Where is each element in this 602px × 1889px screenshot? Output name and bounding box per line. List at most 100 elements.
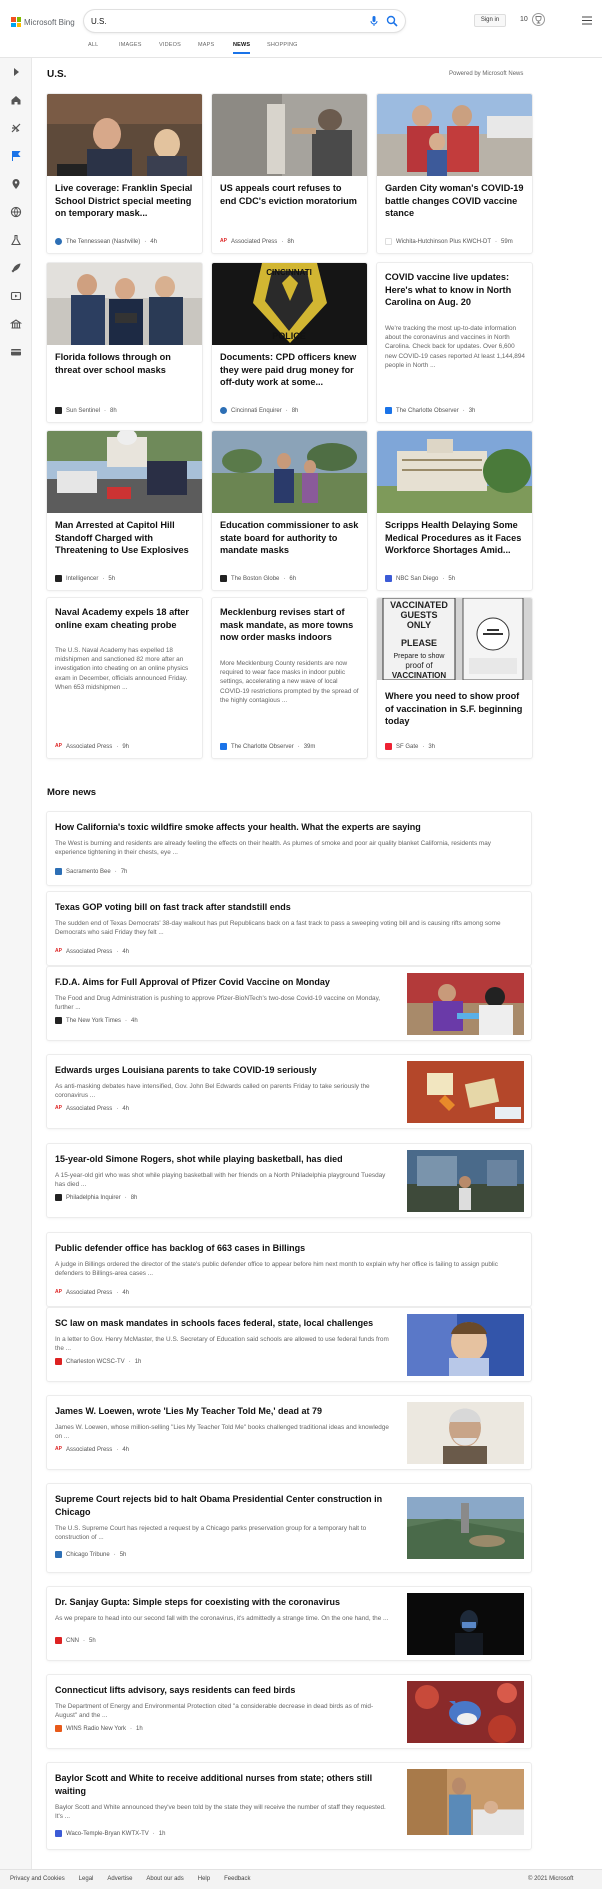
news-title[interactable]: Texas GOP voting bill on fast track afte…	[55, 901, 525, 914]
news-title[interactable]: 15-year-old Simone Rogers, shot while pl…	[55, 1153, 395, 1166]
news-description: Baylor Scott and White announced they've…	[55, 1804, 386, 1821]
tab-shopping[interactable]: SHOPPING	[267, 42, 298, 48]
news-card[interactable]: Scripps Health Delaying Some Medical Pro…	[377, 431, 532, 590]
news-title[interactable]: Supreme Court rejects bid to halt Obama …	[55, 1493, 395, 1518]
card-title[interactable]: Live coverage: Franklin Special School D…	[55, 182, 195, 220]
search-input[interactable]	[91, 14, 361, 28]
news-source: AP Associated Press · 4h	[55, 1105, 129, 1112]
ap-logo-icon: AP	[220, 238, 227, 245]
news-card[interactable]: Naval Academy expels 18 after online exa…	[47, 598, 202, 758]
location-icon[interactable]	[10, 178, 22, 190]
news-title[interactable]: Connecticut lifts advisory, says residen…	[55, 1684, 395, 1697]
svg-text:POLICE: POLICE	[272, 331, 306, 341]
sign-in-button[interactable]: Sign in	[474, 14, 506, 27]
card-title[interactable]: Man Arrested at Capitol Hill Standoff Ch…	[55, 519, 195, 557]
hamburger-menu-icon[interactable]	[582, 16, 592, 25]
card-title[interactable]: COVID vaccine live updates: Here's what …	[385, 271, 525, 309]
rocket-icon[interactable]	[10, 262, 22, 274]
news-thumbnail	[407, 1497, 524, 1559]
news-title[interactable]: F.D.A. Aims for Full Approval of Pfizer …	[55, 976, 395, 989]
tab-images[interactable]: IMAGES	[119, 42, 142, 48]
footer-link-privacy[interactable]: Privacy and Cookies	[10, 1876, 65, 1882]
news-list-item[interactable]: Texas GOP voting bill on fast track afte…	[47, 892, 531, 965]
source-name: WINS Radio New York	[66, 1725, 127, 1732]
card-title[interactable]: US appeals court refuses to end CDC's ev…	[220, 182, 360, 207]
footer-link-feedback[interactable]: Feedback	[224, 1876, 250, 1882]
expand-icon[interactable]	[10, 66, 22, 78]
search-box[interactable]	[84, 10, 405, 32]
tab-maps[interactable]: MAPS	[198, 42, 214, 48]
news-list-item[interactable]: Dr. Sanjay Gupta: Simple steps for coexi…	[47, 1587, 531, 1660]
card-title[interactable]: Naval Academy expels 18 after online exa…	[55, 606, 195, 631]
news-title[interactable]: James W. Loewen, wrote 'Lies My Teacher …	[55, 1405, 395, 1418]
source-name: Sacramento Bee	[66, 868, 111, 875]
news-list-item[interactable]: James W. Loewen, wrote 'Lies My Teacher …	[47, 1396, 531, 1469]
news-list-item[interactable]: How California's toxic wildfire smoke af…	[47, 812, 531, 885]
card-title[interactable]: Mecklenburg revises start of mask mandat…	[220, 606, 360, 644]
news-title[interactable]: Edwards urges Louisiana parents to take …	[55, 1064, 395, 1077]
news-title[interactable]: Dr. Sanjay Gupta: Simple steps for coexi…	[55, 1596, 395, 1609]
rewards-trophy-icon[interactable]	[532, 13, 545, 26]
microphone-icon[interactable]	[368, 15, 380, 27]
card-title[interactable]: Florida follows through on threat over s…	[55, 351, 195, 376]
footer-link-advertise[interactable]: Advertise	[107, 1876, 132, 1882]
news-card[interactable]: Florida follows through on threat over s…	[47, 263, 202, 422]
news-card[interactable]: US appeals court refuses to end CDC's ev…	[212, 94, 367, 253]
science-icon[interactable]	[10, 234, 22, 246]
source-logo-icon	[385, 743, 392, 750]
news-source: Sacramento Bee · 7h	[55, 868, 127, 875]
card-title[interactable]: Where you need to show proof of vaccinat…	[385, 690, 525, 728]
world-icon[interactable]	[10, 206, 22, 218]
card-title[interactable]: Documents: CPD officers knew they were p…	[220, 351, 360, 389]
news-list-item[interactable]: Supreme Court rejects bid to halt Obama …	[47, 1484, 531, 1572]
search-icon[interactable]	[386, 15, 398, 27]
news-list-item[interactable]: Public defender office has backlog of 66…	[47, 1233, 531, 1306]
news-list-item[interactable]: Edwards urges Louisiana parents to take …	[47, 1055, 531, 1128]
sports-icon[interactable]	[10, 122, 22, 134]
tab-videos[interactable]: VIDEOS	[159, 42, 181, 48]
card-title[interactable]: Scripps Health Delaying Some Medical Pro…	[385, 519, 525, 557]
source-logo-icon	[55, 1551, 62, 1558]
news-card[interactable]: Man Arrested at Capitol Hill Standoff Ch…	[47, 431, 202, 590]
news-card[interactable]: Garden City woman's COVID-19 battle chan…	[377, 94, 532, 253]
footer-link-help[interactable]: Help	[198, 1876, 210, 1882]
news-title[interactable]: Baylor Scott and White to receive additi…	[55, 1772, 395, 1797]
news-card[interactable]: COVID vaccine live updates: Here's what …	[377, 263, 532, 422]
news-source: Charleston WCSC-TV · 1h	[55, 1358, 141, 1365]
business-icon[interactable]	[10, 318, 22, 330]
news-title[interactable]: How California's toxic wildfire smoke af…	[55, 821, 525, 834]
home-icon[interactable]	[10, 94, 22, 106]
entertainment-icon[interactable]	[10, 290, 22, 302]
bing-logo[interactable]: Microsoft Bing	[11, 16, 75, 28]
tab-news[interactable]: NEWS	[233, 42, 251, 54]
news-source: CNN · 5h	[55, 1637, 96, 1644]
card-source: AP Associated Press · 8h	[220, 238, 294, 245]
money-icon[interactable]	[10, 346, 22, 358]
card-image	[47, 94, 202, 176]
news-card[interactable]: Education commissioner to ask state boar…	[212, 431, 367, 590]
news-card[interactable]: POLICE CINCINNATI Documents: CPD officers…	[212, 263, 367, 422]
tab-all[interactable]: ALL	[88, 42, 98, 48]
card-source: Intelligencer · 5h	[55, 575, 115, 582]
news-card[interactable]: Live coverage: Franklin Special School D…	[47, 94, 202, 253]
source-time: 8h	[110, 407, 117, 414]
news-title[interactable]: SC law on mask mandates in schools faces…	[55, 1317, 395, 1330]
rewards-points[interactable]: 10	[520, 16, 528, 23]
footer-link-legal[interactable]: Legal	[79, 1876, 94, 1882]
footer-link-about-ads[interactable]: About our ads	[146, 1876, 183, 1882]
news-list-item[interactable]: SC law on mask mandates in schools faces…	[47, 1308, 531, 1381]
news-card[interactable]: Mecklenburg revises start of mask mandat…	[212, 598, 367, 758]
source-logo-icon	[55, 1830, 62, 1837]
news-list-item[interactable]: 15-year-old Simone Rogers, shot while pl…	[47, 1144, 531, 1217]
source-time: 3h	[428, 743, 436, 750]
flag-icon[interactable]	[10, 150, 22, 162]
card-image	[212, 431, 367, 513]
source-time: 3h	[468, 407, 476, 414]
news-list-item[interactable]: F.D.A. Aims for Full Approval of Pfizer …	[47, 967, 531, 1040]
news-list-item[interactable]: Baylor Scott and White to receive additi…	[47, 1763, 531, 1849]
card-title[interactable]: Garden City woman's COVID-19 battle chan…	[385, 182, 525, 220]
news-card[interactable]: VACCINATED GUESTS ONLY PLEASE Prepare to…	[377, 598, 532, 758]
card-title[interactable]: Education commissioner to ask state boar…	[220, 519, 360, 557]
news-title[interactable]: Public defender office has backlog of 66…	[55, 1242, 525, 1255]
news-list-item[interactable]: Connecticut lifts advisory, says residen…	[47, 1675, 531, 1748]
